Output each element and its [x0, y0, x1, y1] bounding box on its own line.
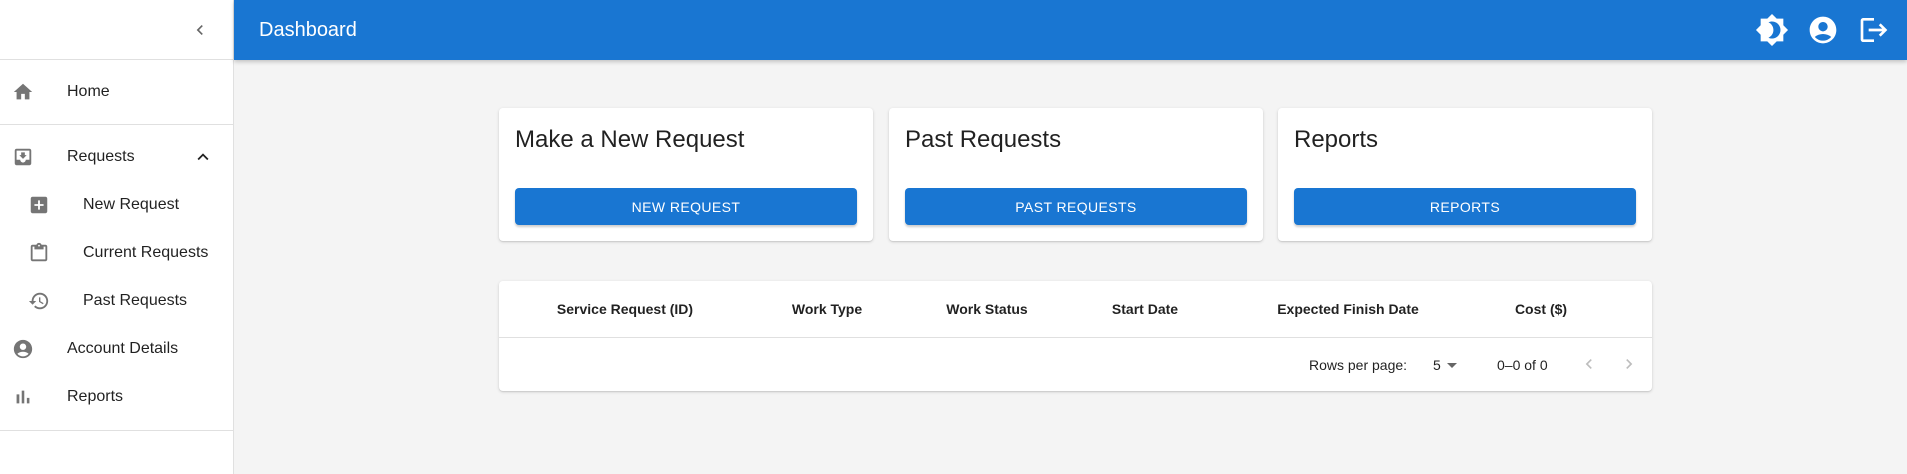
add-box-icon: [27, 193, 51, 217]
column-header-work-type[interactable]: Work Type: [792, 301, 862, 317]
chevron-right-icon: [1626, 359, 1633, 369]
column-header-start-date[interactable]: Start Date: [1112, 301, 1178, 317]
sidebar-item-label: Requests: [67, 148, 135, 165]
account-circle-icon: [11, 337, 35, 361]
chevron-left-icon: [1585, 359, 1592, 369]
history-icon: [27, 289, 51, 313]
chevron-up-icon: [191, 145, 215, 169]
logout-icon: [1860, 18, 1887, 42]
card-title: Make a New Request: [515, 126, 745, 153]
past-requests-card: Past Requests PAST REQUESTS: [889, 108, 1263, 241]
chevron-left-icon: [196, 24, 203, 35]
sidebar-item-current-requests[interactable]: Current Requests: [0, 229, 233, 277]
sidebar-item-label: Home: [67, 83, 110, 100]
sidebar: Home Requests New Request Current Reques…: [0, 0, 234, 474]
table-pagination: Rows per page: 5 0–0 of 0: [499, 338, 1652, 391]
sidebar-divider: [0, 430, 233, 431]
sidebar-item-label: Current Requests: [83, 244, 209, 261]
sidebar-item-past-requests[interactable]: Past Requests: [0, 277, 233, 325]
column-header-cost[interactable]: Cost ($): [1515, 301, 1567, 317]
dropdown-arrow-icon: [1446, 362, 1457, 368]
page-title: Dashboard: [259, 18, 357, 41]
reports-button[interactable]: REPORTS: [1294, 188, 1636, 225]
sidebar-item-home[interactable]: Home: [0, 68, 233, 116]
clipboard-icon: [27, 241, 51, 265]
requests-table: Service Request (ID) Work Type Work Stat…: [499, 281, 1652, 391]
rows-per-page-label: Rows per page:: [1309, 357, 1408, 373]
new-request-button[interactable]: NEW REQUEST: [515, 188, 857, 225]
pagination-range: 0–0 of 0: [1497, 357, 1548, 373]
column-header-service-request-id[interactable]: Service Request (ID): [557, 301, 693, 317]
home-icon: [11, 80, 35, 104]
logout-button[interactable]: [1848, 6, 1899, 54]
sidebar-item-label: New Request: [83, 196, 180, 213]
new-request-card: Make a New Request NEW REQUEST: [499, 108, 873, 241]
sidebar-item-account-details[interactable]: Account Details: [0, 325, 233, 373]
rows-per-page-select[interactable]: 5: [1433, 357, 1457, 373]
table-header: Service Request (ID) Work Type Work Stat…: [499, 281, 1652, 338]
inbox-icon: [11, 145, 35, 169]
previous-page-button[interactable]: [1576, 351, 1602, 377]
sidebar-item-requests[interactable]: Requests: [0, 133, 233, 181]
rows-per-page-value: 5: [1433, 357, 1441, 373]
sidebar-divider: [0, 124, 233, 125]
theme-toggle-button[interactable]: [1746, 6, 1797, 54]
card-title: Reports: [1294, 126, 1379, 153]
card-title: Past Requests: [905, 126, 1062, 153]
next-page-button[interactable]: [1616, 351, 1642, 377]
sidebar-item-label: Past Requests: [83, 292, 188, 309]
app-bar: Dashboard: [234, 0, 1907, 60]
bar-chart-icon: [11, 385, 35, 409]
app-bar-actions: [1746, 0, 1899, 60]
sidebar-header: [0, 0, 233, 60]
collapse-sidebar-button[interactable]: [185, 15, 215, 45]
brightness-icon: [1755, 13, 1788, 47]
account-button[interactable]: [1797, 6, 1848, 54]
past-requests-button[interactable]: PAST REQUESTS: [905, 188, 1247, 225]
column-header-expected-finish-date[interactable]: Expected Finish Date: [1277, 301, 1419, 317]
sidebar-item-label: Account Details: [67, 340, 179, 357]
sidebar-item-reports[interactable]: Reports: [0, 373, 233, 421]
sidebar-item-new-request[interactable]: New Request: [0, 181, 233, 229]
account-circle-icon: [1809, 16, 1836, 44]
reports-card: Reports REPORTS: [1278, 108, 1652, 241]
sidebar-item-label: Reports: [67, 388, 124, 405]
column-header-work-status[interactable]: Work Status: [946, 301, 1027, 317]
